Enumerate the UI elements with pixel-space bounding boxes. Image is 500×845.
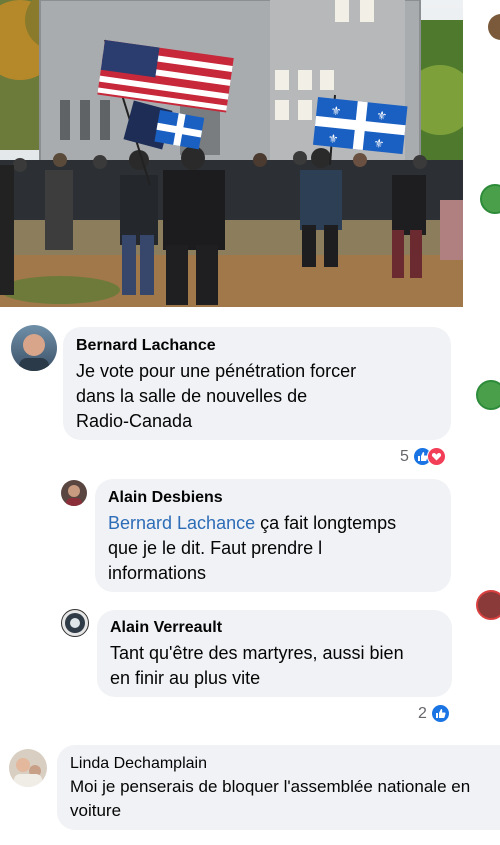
person-avatar-icon [14,758,42,787]
person-avatar-icon [66,485,82,506]
comment-author[interactable]: Linda Dechamplain [70,755,207,773]
comment-author[interactable]: Alain Desbiens [108,489,223,507]
avatar[interactable] [11,325,57,371]
comment-line: dans la salle de nouvelles de [76,386,308,406]
reaction-summary[interactable]: 2 [418,704,450,723]
post-photo[interactable]: ⚜ ⚜ ⚜ ⚜ [0,0,463,307]
comment-line: en finir au plus vite [110,668,261,688]
like-icon [430,704,450,723]
comment-line: que je le dit. Faut prendre l [108,538,323,558]
avatar[interactable] [61,480,87,506]
comment-line: Moi je penserais de bloquer l'assemblée … [70,777,471,796]
cropped-avatar-icon[interactable] [488,14,500,40]
comment-bubble: Alain Verreault Tant qu'être des martyre… [97,610,452,697]
love-icon [426,447,446,466]
cropped-avatar-icon[interactable] [480,184,500,214]
person-avatar-icon [19,334,49,371]
reaction-summary[interactable]: 5 [400,447,446,466]
comment-line: Bernard Lachance ça fait longtemps [108,511,396,536]
protest-photo-icon: ⚜ ⚜ ⚜ ⚜ [0,0,463,307]
comment-author[interactable]: Bernard Lachance [76,337,216,355]
adjacent-column [463,0,500,845]
comment-text: Moi je penserais de bloquer l'assemblée … [70,775,470,823]
comment-line: Radio-Canada [76,411,193,431]
reaction-count: 5 [400,447,409,465]
avatar[interactable] [61,609,89,637]
reaction-count: 2 [418,704,427,722]
comment-author[interactable]: Alain Verreault [110,619,222,637]
logo-avatar-icon [65,613,85,633]
comment-bubble: Alain Desbiens Bernard Lachance ça fait … [95,479,451,592]
comment-text-fragment: ça fait longtemps [255,513,397,533]
comment-bubble: Bernard Lachance Je vote pour une pénétr… [63,327,451,440]
svg-text:⚜: ⚜ [327,131,339,146]
mention-link[interactable]: Bernard Lachance [108,513,255,533]
comment-line: voiture [70,801,122,820]
comment-text: Bernard Lachance ça fait longtemps que j… [108,511,396,586]
avatar[interactable] [9,749,47,787]
comment-line: Tant qu'être des martyres, aussi bien [110,643,404,663]
svg-text:⚜: ⚜ [330,103,342,118]
comment-line: Je vote pour une pénétration forcer [76,361,357,381]
cropped-avatar-icon[interactable] [476,590,500,620]
comment-line: informations [108,563,207,583]
comment-bubble: Linda Dechamplain Moi je penserais de bl… [57,745,500,830]
comment-text: Tant qu'être des martyres, aussi bien en… [110,641,404,691]
cropped-avatar-icon[interactable] [476,380,500,410]
comment-text: Je vote pour une pénétration forcer dans… [76,359,356,434]
svg-text:⚜: ⚜ [376,108,388,123]
svg-text:⚜: ⚜ [373,136,385,151]
